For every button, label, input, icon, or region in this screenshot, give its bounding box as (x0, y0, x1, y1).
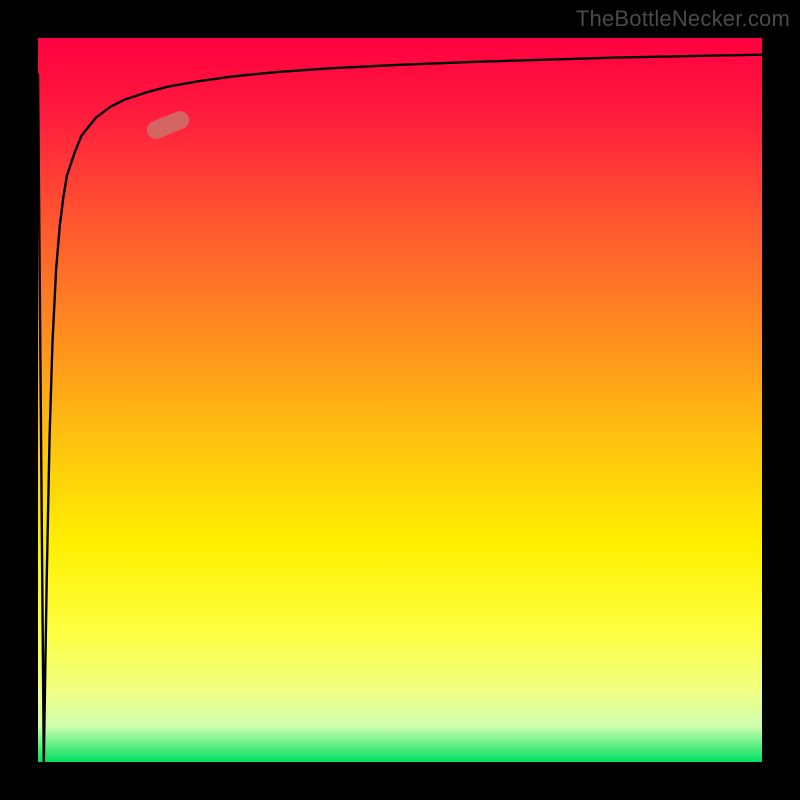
watermark-text: TheBottleNecker.com (576, 6, 790, 32)
chart-gradient-background (38, 38, 762, 762)
